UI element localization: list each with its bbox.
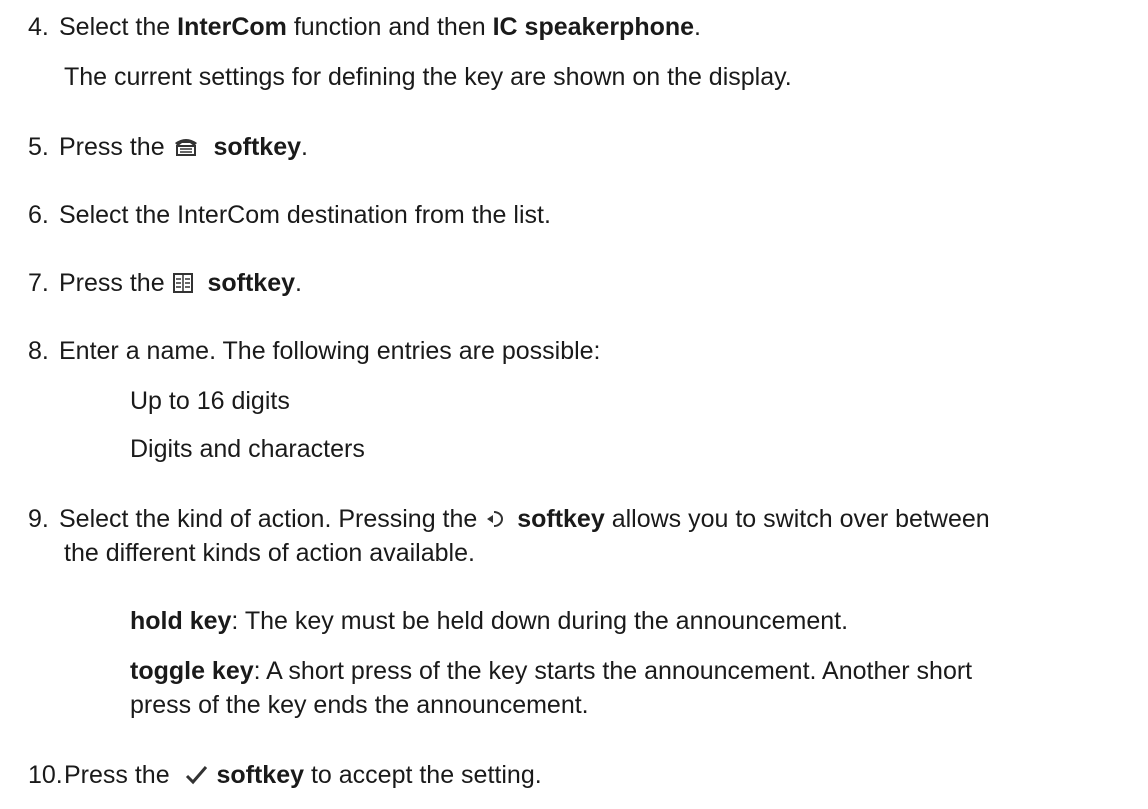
step-text: Enter a name. The following entries are … <box>59 337 601 365</box>
step-text: Select the <box>59 13 178 41</box>
step-number: 6. <box>28 201 49 229</box>
step-number: 8. <box>28 337 49 365</box>
phone-list-icon <box>172 136 200 158</box>
step-text: Select the InterCom destination from the… <box>59 201 551 229</box>
step-number: 4. <box>28 13 49 41</box>
step-10: 10.Press the softkey to accept the setti… <box>28 760 542 790</box>
toggle-key-continuation: press of the key ends the announcement. <box>130 691 589 719</box>
softkey-label: softkey <box>207 269 296 297</box>
toggle-key-description: toggle key: A short press of the key sta… <box>130 656 972 686</box>
step-text: to accept the setting. <box>304 761 542 789</box>
step-text: Press the <box>64 761 177 789</box>
step-text: allows you to switch over between <box>604 505 990 533</box>
step-text: : The key must be held down during the a… <box>231 607 849 635</box>
phonebook-icon <box>172 272 194 294</box>
step-number: 9. <box>28 505 49 533</box>
softkey-label: softkey <box>517 505 605 533</box>
toggle-cycle-icon <box>484 508 510 530</box>
step-number: 5. <box>28 133 49 161</box>
document-page: { "step4": { "number": "4.", "prefix": "… <box>0 0 1148 809</box>
step-5: 5. Press the softkey. <box>28 132 308 162</box>
step-4-note: The current settings for defining the ke… <box>64 63 792 91</box>
step-text: function and then <box>286 13 493 41</box>
step-text: Select the kind of action. Pressing the <box>59 505 485 533</box>
hold-key-term: hold key <box>130 607 232 635</box>
step-9: 9. Select the kind of action. Pressing th… <box>28 504 990 534</box>
step-4: 4. Select the InterCom function and then … <box>28 12 701 42</box>
step-6: 6. Select the InterCom destination from t… <box>28 200 551 230</box>
softkey-label: softkey <box>216 761 305 789</box>
step-text: . <box>694 13 701 41</box>
checkmark-icon <box>184 764 210 786</box>
step-7: 7. Press the softkey. <box>28 268 302 298</box>
step-text: : A short press of the key starts the an… <box>253 657 973 685</box>
function-name: InterCom <box>177 13 287 41</box>
list-item: Digits and characters <box>130 435 365 463</box>
step-number: 7. <box>28 269 49 297</box>
step-8: 8. Enter a name. The following entries ar… <box>28 336 601 366</box>
hold-key-description: hold key: The key must be held down duri… <box>130 606 848 636</box>
toggle-key-term: toggle key <box>130 657 254 685</box>
step-text: . <box>295 269 302 297</box>
step-text: Press the <box>59 269 172 297</box>
step-9-continuation: the different kinds of action available. <box>64 539 475 567</box>
list-item: Up to 16 digits <box>130 387 290 415</box>
step-text: . <box>301 133 308 161</box>
step-text: Press the <box>59 133 172 161</box>
option-name: IC speakerphone <box>492 13 695 41</box>
step-number: 10. <box>28 761 63 789</box>
softkey-label: softkey <box>213 133 302 161</box>
